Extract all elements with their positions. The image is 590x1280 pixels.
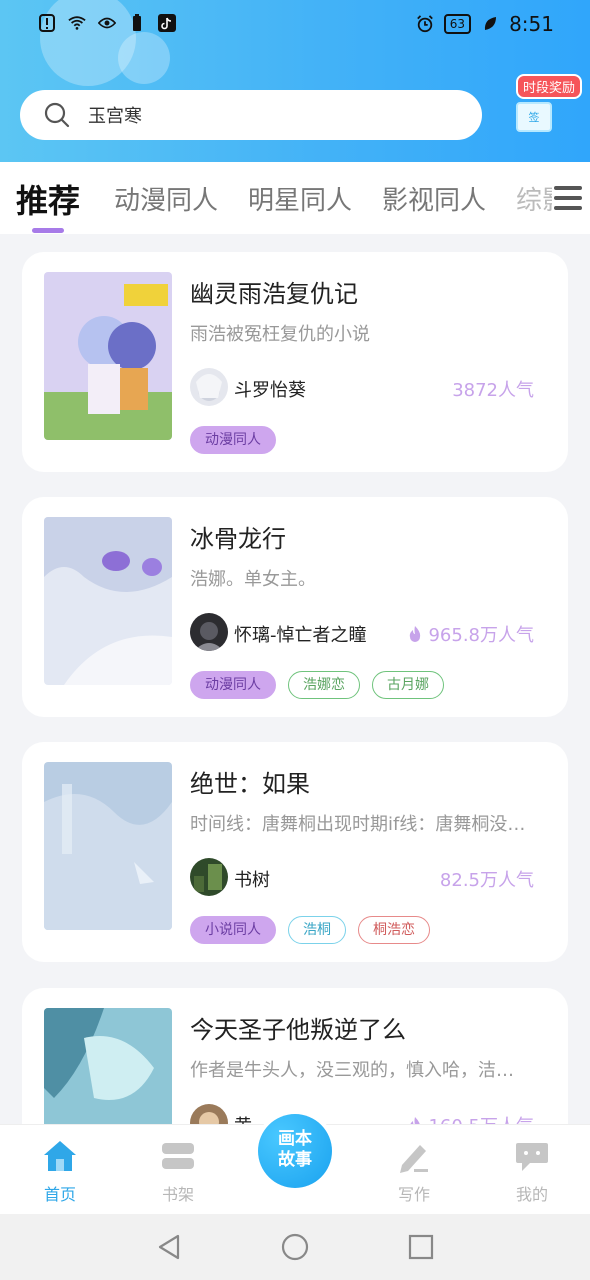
- back-icon[interactable]: [154, 1232, 184, 1262]
- search-bar[interactable]: 玉宫寒: [20, 90, 482, 140]
- tag-chip[interactable]: 古月娜: [372, 671, 444, 699]
- popularity-count: 82.5万人气: [439, 870, 534, 891]
- header: 63 8:51 玉宫寒 时段奖励 签: [0, 0, 590, 162]
- wifi-icon: [68, 14, 86, 32]
- author-avatar[interactable]: [190, 368, 228, 406]
- center-story-button[interactable]: 画本 故事: [254, 1110, 336, 1192]
- battery-indicator: 63: [443, 14, 472, 34]
- cover-image: [44, 517, 172, 685]
- status-bar: 63 8:51: [0, 0, 590, 50]
- tag-list: 小说同人 浩桐 桐浩恋: [190, 916, 430, 944]
- author-avatar[interactable]: [190, 858, 228, 896]
- work-card[interactable]: 绝世：如果 时间线：唐舞桐出现时期if线：唐舞桐没… 书树 82.5万人气 小说…: [22, 742, 568, 962]
- nav-home[interactable]: 首页: [20, 1139, 100, 1205]
- search-input[interactable]: 玉宫寒: [88, 102, 142, 128]
- tag-chip[interactable]: 桐浩恋: [358, 916, 430, 944]
- battery-saver-icon: [128, 14, 146, 32]
- time-reward-button[interactable]: 时段奖励 签: [510, 74, 583, 140]
- nav-bookshelf-label: 书架: [161, 1185, 194, 1204]
- work-title[interactable]: 今天圣子他叛逆了么: [190, 1010, 406, 1045]
- author-name[interactable]: 书树: [234, 866, 270, 892]
- work-description: 浩娜。单女主。: [190, 569, 316, 590]
- tag-chip[interactable]: 浩桐: [288, 916, 346, 944]
- tiktok-icon: [158, 14, 176, 32]
- home-icon: [44, 1141, 76, 1171]
- work-description: 雨浩被冤枉复仇的小说: [190, 324, 370, 345]
- popularity-count: 965.8万人气: [408, 621, 534, 647]
- nav-mine[interactable]: 我的: [492, 1139, 572, 1205]
- bookshelf-icon: [162, 1143, 194, 1169]
- system-navigation-bar: [0, 1214, 590, 1280]
- author-avatar[interactable]: [190, 613, 228, 651]
- leaf-icon: [481, 15, 499, 33]
- tag-list: 动漫同人: [190, 426, 276, 454]
- tag-chip[interactable]: 动漫同人: [190, 671, 276, 699]
- work-description: 作者是牛头人，没三观的，慎入哈，洁…: [190, 1060, 514, 1081]
- alert-icon: [38, 14, 56, 32]
- tab-recommend[interactable]: 推荐: [16, 176, 80, 222]
- tag-chip[interactable]: 浩娜恋: [288, 671, 360, 699]
- author-name[interactable]: 怀璃-悼亡者之瞳: [234, 621, 367, 647]
- tag-chip[interactable]: 小说同人: [190, 916, 276, 944]
- nav-write[interactable]: 写作: [374, 1139, 454, 1205]
- cover-image: [44, 272, 172, 440]
- nav-bookshelf[interactable]: 书架: [138, 1139, 218, 1205]
- popularity-text: 965.8万人气: [428, 625, 534, 646]
- tag-chip[interactable]: 动漫同人: [190, 426, 276, 454]
- tab-celebrity-fanfic[interactable]: 明星同人: [248, 180, 352, 217]
- nav-home-label: 首页: [43, 1185, 76, 1204]
- work-card[interactable]: 幽灵雨浩复仇记 雨浩被冤枉复仇的小说 斗罗怡葵 3872人气 动漫同人: [22, 252, 568, 472]
- reward-badge: 时段奖励: [516, 74, 583, 99]
- work-card[interactable]: 冰骨龙行 浩娜。单女主。 怀璃-悼亡者之瞳 965.8万人气 动漫同人 浩娜恋 …: [22, 497, 568, 717]
- nav-mine-label: 我的: [515, 1185, 548, 1204]
- recents-icon[interactable]: [406, 1232, 436, 1262]
- category-menu-icon[interactable]: [552, 184, 584, 212]
- work-title[interactable]: 幽灵雨浩复仇记: [190, 274, 358, 309]
- category-tabs: 推荐 动漫同人 明星同人 影视同人 综影: [0, 162, 590, 234]
- work-title[interactable]: 冰骨龙行: [190, 519, 286, 554]
- home-circle-icon[interactable]: [280, 1232, 310, 1262]
- clock: 8:51: [509, 12, 554, 36]
- gift-box-icon: 签: [516, 102, 552, 132]
- pen-icon: [400, 1145, 428, 1173]
- search-icon: [44, 102, 70, 128]
- nav-write-label: 写作: [397, 1185, 430, 1204]
- center-button-line1: 画本: [278, 1129, 312, 1149]
- alarm-icon: [416, 15, 434, 33]
- author-name[interactable]: 斗罗怡葵: [234, 376, 306, 402]
- chat-bubble-icon: [516, 1143, 548, 1171]
- cover-image: [44, 762, 172, 930]
- tag-list: 动漫同人 浩娜恋 古月娜: [190, 671, 444, 699]
- popularity-count: 3872人气: [452, 380, 534, 401]
- work-title[interactable]: 绝世：如果: [190, 764, 310, 799]
- eye-icon: [98, 14, 116, 32]
- tab-anime-fanfic[interactable]: 动漫同人: [114, 180, 218, 217]
- work-description: 时间线：唐舞桐出现时期if线：唐舞桐没…: [190, 814, 526, 835]
- flame-icon: [410, 626, 421, 642]
- center-button-line2: 故事: [278, 1150, 312, 1170]
- active-tab-indicator: [32, 228, 64, 233]
- tab-film-fanfic[interactable]: 影视同人: [382, 180, 486, 217]
